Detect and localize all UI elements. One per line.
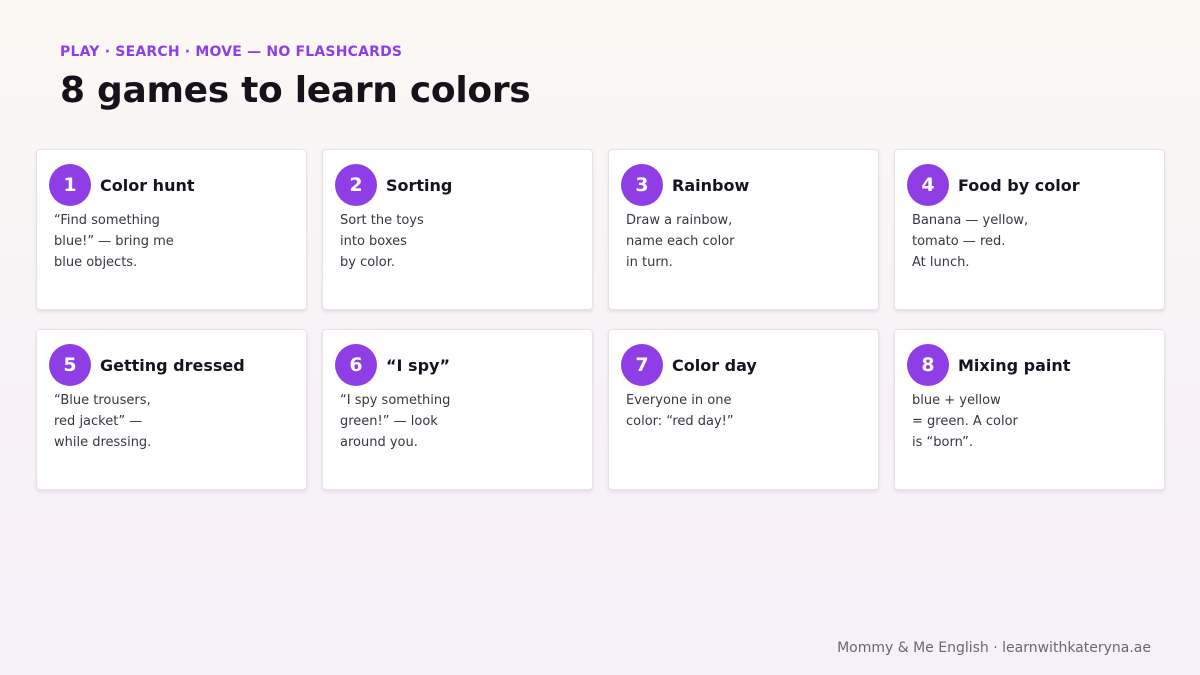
description-line: “I spy something bbox=[340, 393, 451, 408]
description-line: red jacket” — bbox=[54, 414, 143, 429]
card-description: “I spy something green!” — look around y… bbox=[340, 390, 580, 453]
card-title: Food by color bbox=[958, 175, 1080, 195]
description-line: green!” — look bbox=[340, 414, 438, 429]
eyebrow-text: PLAY · SEARCH · MOVE — NO FLASHCARDS bbox=[60, 44, 403, 60]
description-line: Banana — yellow, bbox=[912, 213, 1029, 228]
number-badge: 5 bbox=[49, 344, 91, 386]
card-header: 8 Mixing paint bbox=[907, 344, 1152, 386]
description-line: name each color bbox=[626, 234, 735, 249]
game-card-6: 6 “I spy” “I spy something green!” — loo… bbox=[322, 329, 593, 490]
card-description: Banana — yellow, tomato — red. At lunch. bbox=[912, 210, 1152, 273]
card-title: Color day bbox=[672, 355, 757, 375]
description-line: Everyone in one bbox=[626, 393, 732, 408]
games-grid: 1 Color hunt “Find something blue!” — br… bbox=[36, 149, 1165, 490]
footer-credit: Mommy & Me English · learnwithkateryna.a… bbox=[837, 640, 1151, 656]
card-description: Sort the toys into boxes by color. bbox=[340, 210, 580, 273]
description-line: blue!” — bring me bbox=[54, 234, 174, 249]
number-badge: 7 bbox=[621, 344, 663, 386]
page-title: 8 games to learn colors bbox=[60, 70, 531, 111]
number-badge: 4 bbox=[907, 164, 949, 206]
game-card-2: 2 Sorting Sort the toys into boxes by co… bbox=[322, 149, 593, 310]
description-line: “Find something bbox=[54, 213, 160, 228]
card-description: blue + yellow = green. A color is “born”… bbox=[912, 390, 1152, 453]
card-title: Getting dressed bbox=[100, 355, 245, 375]
game-card-1: 1 Color hunt “Find something blue!” — br… bbox=[36, 149, 307, 310]
card-title: Mixing paint bbox=[958, 355, 1071, 375]
card-description: “Find something blue!” — bring me blue o… bbox=[54, 210, 294, 273]
card-header: 3 Rainbow bbox=[621, 164, 866, 206]
description-line: = green. A color bbox=[912, 414, 1018, 429]
game-card-4: 4 Food by color Banana — yellow, tomato … bbox=[894, 149, 1165, 310]
description-line: blue objects. bbox=[54, 255, 138, 270]
description-line: “Blue trousers, bbox=[54, 393, 151, 408]
card-header: 6 “I spy” bbox=[335, 344, 580, 386]
game-card-5: 5 Getting dressed “Blue trousers, red ja… bbox=[36, 329, 307, 490]
card-header: 5 Getting dressed bbox=[49, 344, 294, 386]
description-line: blue + yellow bbox=[912, 393, 1001, 408]
game-card-8: 8 Mixing paint blue + yellow = green. A … bbox=[894, 329, 1165, 490]
description-line: tomato — red. bbox=[912, 234, 1006, 249]
description-line: Sort the toys bbox=[340, 213, 424, 228]
description-line: around you. bbox=[340, 435, 418, 450]
card-header: 1 Color hunt bbox=[49, 164, 294, 206]
card-title: Sorting bbox=[386, 175, 453, 195]
header: PLAY · SEARCH · MOVE — NO FLASHCARDS 8 g… bbox=[60, 44, 531, 111]
description-line: in turn. bbox=[626, 255, 673, 270]
card-description: Draw a rainbow, name each color in turn. bbox=[626, 210, 866, 273]
description-line: into boxes bbox=[340, 234, 407, 249]
description-line: color: “red day!” bbox=[626, 414, 734, 429]
card-description: “Blue trousers, red jacket” — while dres… bbox=[54, 390, 294, 453]
card-header: 4 Food by color bbox=[907, 164, 1152, 206]
description-line: by color. bbox=[340, 255, 396, 270]
card-header: 2 Sorting bbox=[335, 164, 580, 206]
game-card-7: 7 Color day Everyone in one color: “red … bbox=[608, 329, 879, 490]
number-badge: 6 bbox=[335, 344, 377, 386]
description-line: At lunch. bbox=[912, 255, 970, 270]
card-title: “I spy” bbox=[386, 355, 450, 375]
description-line: while dressing. bbox=[54, 435, 152, 450]
game-card-3: 3 Rainbow Draw a rainbow, name each colo… bbox=[608, 149, 879, 310]
number-badge: 2 bbox=[335, 164, 377, 206]
number-badge: 3 bbox=[621, 164, 663, 206]
description-line: Draw a rainbow, bbox=[626, 213, 733, 228]
card-description: Everyone in one color: “red day!” bbox=[626, 390, 866, 432]
card-header: 7 Color day bbox=[621, 344, 866, 386]
number-badge: 1 bbox=[49, 164, 91, 206]
card-title: Rainbow bbox=[672, 175, 750, 195]
card-title: Color hunt bbox=[100, 175, 195, 195]
description-line: is “born”. bbox=[912, 435, 973, 450]
number-badge: 8 bbox=[907, 344, 949, 386]
